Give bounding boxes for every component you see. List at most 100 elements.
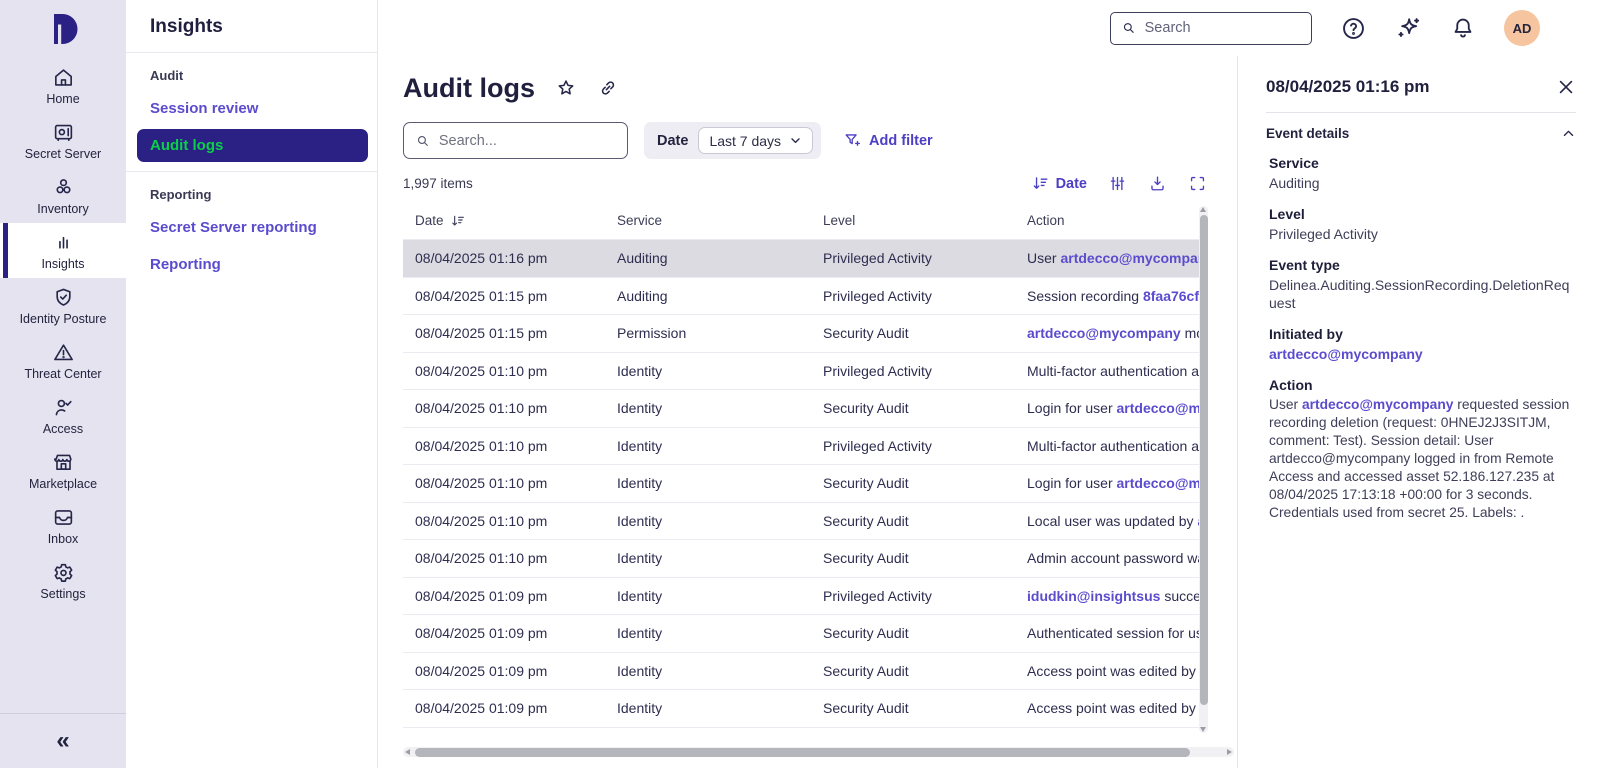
global-search[interactable]: [1110, 12, 1312, 45]
cell-action: Multi-factor authentication a: [1015, 363, 1208, 379]
vertical-scrollbar[interactable]: [1199, 206, 1208, 733]
sidebar-item-home[interactable]: Home: [0, 58, 126, 113]
column-header-level[interactable]: Level: [811, 213, 1015, 228]
initiated-by-link[interactable]: artdecco@mycompany: [1269, 346, 1423, 362]
sidebar-item-label: Inventory: [37, 202, 88, 216]
favorite-button[interactable]: [555, 77, 577, 99]
sidebar-item-inbox[interactable]: Inbox: [0, 498, 126, 553]
insights-icon: [52, 231, 75, 254]
add-filter-button[interactable]: Add filter: [843, 131, 933, 150]
sidebar-item-secret-server[interactable]: Secret Server: [0, 113, 126, 168]
action-user-link[interactable]: artdecco@mycompany: [1302, 397, 1453, 412]
table-row[interactable]: 08/04/2025 01:10 pmIdentitySecurity Audi…: [403, 465, 1208, 503]
column-header-service[interactable]: Service: [605, 213, 811, 228]
table-row[interactable]: 08/04/2025 01:16 pmAuditingPrivileged Ac…: [403, 240, 1208, 278]
cell-service: Identity: [605, 588, 811, 604]
cell-service: Auditing: [605, 250, 811, 266]
field-value: Delinea.Auditing.SessionRecording.Deleti…: [1269, 276, 1576, 312]
action-link[interactable]: artdecco@my: [1117, 400, 1209, 416]
table-search-input[interactable]: [439, 133, 616, 149]
sidebar-item-label: Threat Center: [24, 367, 101, 381]
subnav-item-reporting[interactable]: Reporting: [137, 248, 368, 281]
cell-service: Identity: [605, 400, 811, 416]
filter-plus-icon: [843, 131, 862, 150]
close-panel-button[interactable]: [1556, 77, 1576, 97]
ai-assistant-button[interactable]: [1395, 15, 1422, 42]
table-row[interactable]: 08/04/2025 01:10 pmIdentitySecurity Audi…: [403, 390, 1208, 428]
action-link[interactable]: artdecco@mycompany: [1027, 325, 1181, 341]
table-row[interactable]: 08/04/2025 01:15 pmAuditingPrivileged Ac…: [403, 278, 1208, 316]
table-search[interactable]: [403, 122, 628, 159]
cell-action: idudkin@insightsus succes: [1015, 588, 1208, 604]
fullscreen-button[interactable]: [1188, 174, 1207, 193]
audit-table-body: 08/04/2025 01:16 pmAuditingPrivileged Ac…: [403, 240, 1208, 728]
subnav-item-audit-logs[interactable]: Audit logs: [137, 129, 368, 162]
download-button[interactable]: [1148, 174, 1167, 193]
sidebar-item-label: Identity Posture: [20, 312, 107, 326]
event-details-section-toggle[interactable]: Event details: [1266, 126, 1576, 141]
sidebar-item-insights[interactable]: Insights: [0, 223, 126, 278]
sidebar-item-marketplace[interactable]: Marketplace: [0, 443, 126, 498]
cell-date: 08/04/2025 01:10 pm: [403, 550, 605, 566]
sidebar-item-settings[interactable]: Settings: [0, 553, 126, 608]
table-row[interactable]: 08/04/2025 01:10 pmIdentityPrivileged Ac…: [403, 428, 1208, 466]
subnav-item-session-review[interactable]: Session review: [137, 92, 368, 125]
scroll-up-arrow[interactable]: [1200, 207, 1206, 212]
column-header-action[interactable]: Action: [1015, 213, 1208, 228]
star-icon: [555, 77, 577, 99]
insights-subnav: Insights Audit Session review Audit logs…: [126, 0, 378, 768]
action-link[interactable]: 8faa76cf-: [1143, 288, 1204, 304]
sort-descending-icon: [450, 213, 466, 229]
vertical-scrollbar-thumb[interactable]: [1200, 215, 1208, 705]
cell-action: Access point was edited by i: [1015, 700, 1208, 716]
download-icon: [1148, 174, 1167, 193]
table-toolbar: Date: [1031, 174, 1207, 193]
copy-link-button[interactable]: [597, 77, 619, 99]
subnav-item-secret-server-reporting[interactable]: Secret Server reporting: [137, 211, 368, 244]
cell-level: Privileged Activity: [811, 250, 1015, 266]
help-button[interactable]: [1340, 15, 1367, 42]
sidebar-item-identity-posture[interactable]: Identity Posture: [0, 278, 126, 333]
sidebar-item-inventory[interactable]: Inventory: [0, 168, 126, 223]
app-logo[interactable]: [0, 0, 126, 58]
table-row[interactable]: 08/04/2025 01:10 pmIdentitySecurity Audi…: [403, 503, 1208, 541]
scroll-down-arrow[interactable]: [1200, 727, 1206, 732]
search-icon: [415, 132, 431, 150]
column-label: Service: [617, 213, 662, 228]
cell-level: Security Audit: [811, 625, 1015, 641]
chevron-up-icon: [1561, 126, 1576, 141]
column-header-date[interactable]: Date: [403, 213, 605, 229]
action-text-pre: User: [1269, 397, 1302, 412]
cell-action: artdecco@mycompany mod: [1015, 325, 1208, 341]
sidebar-item-access[interactable]: Access: [0, 388, 126, 443]
action-link[interactable]: artdecco@mycompany: [1060, 250, 1208, 266]
sidebar-item-threat-center[interactable]: Threat Center: [0, 333, 126, 388]
table-row[interactable]: 08/04/2025 01:09 pmIdentitySecurity Audi…: [403, 653, 1208, 691]
customize-columns-button[interactable]: [1108, 174, 1127, 193]
table-row[interactable]: 08/04/2025 01:09 pmIdentityPrivileged Ac…: [403, 578, 1208, 616]
table-row[interactable]: 08/04/2025 01:10 pmIdentityPrivileged Ac…: [403, 353, 1208, 391]
sort-by-date-button[interactable]: Date: [1031, 174, 1087, 193]
horizontal-scrollbar-thumb[interactable]: [415, 748, 1190, 757]
table-row[interactable]: 08/04/2025 01:09 pmIdentitySecurity Audi…: [403, 690, 1208, 728]
horizontal-scrollbar[interactable]: [403, 747, 1234, 757]
avatar[interactable]: AD: [1504, 10, 1540, 46]
scroll-left-arrow[interactable]: [405, 749, 410, 755]
cell-date: 08/04/2025 01:10 pm: [403, 513, 605, 529]
action-link[interactable]: artdecco@my: [1117, 475, 1209, 491]
global-search-input[interactable]: [1145, 20, 1301, 36]
cell-date: 08/04/2025 01:09 pm: [403, 625, 605, 641]
action-link[interactable]: idudkin@insightsus: [1027, 588, 1160, 604]
scroll-right-arrow[interactable]: [1227, 749, 1232, 755]
collapse-sidebar-button[interactable]: «: [0, 714, 126, 768]
cell-service: Identity: [605, 438, 811, 454]
cell-action: Multi-factor authentication a: [1015, 438, 1208, 454]
table-row[interactable]: 08/04/2025 01:09 pmIdentitySecurity Audi…: [403, 615, 1208, 653]
cell-date: 08/04/2025 01:10 pm: [403, 400, 605, 416]
cell-level: Security Audit: [811, 325, 1015, 341]
inventory-icon: [52, 176, 75, 199]
notifications-button[interactable]: [1450, 15, 1476, 41]
table-row[interactable]: 08/04/2025 01:15 pmPermissionSecurity Au…: [403, 315, 1208, 353]
date-range-select[interactable]: Last 7 days: [698, 127, 813, 154]
table-row[interactable]: 08/04/2025 01:10 pmIdentitySecurity Audi…: [403, 540, 1208, 578]
